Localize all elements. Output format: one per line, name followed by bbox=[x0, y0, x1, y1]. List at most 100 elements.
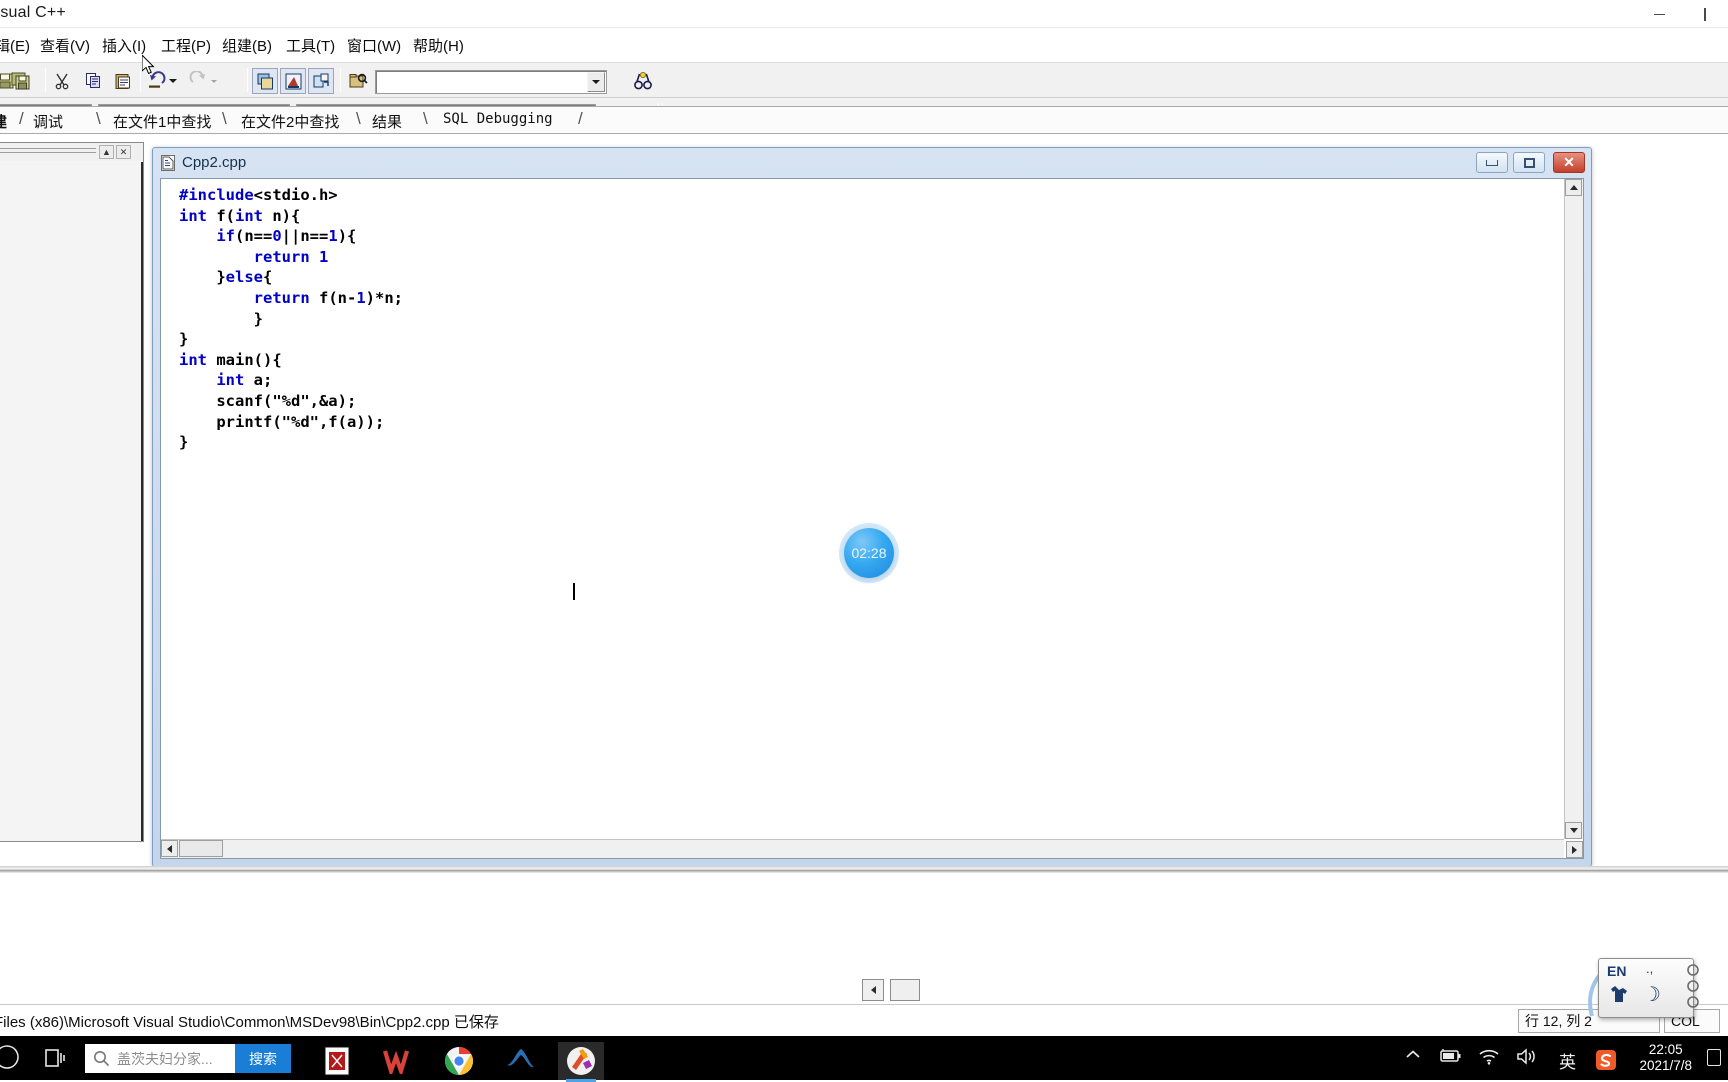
window-list-icon[interactable] bbox=[308, 68, 334, 94]
timer-value: 02:28 bbox=[851, 545, 887, 561]
ime-language-label[interactable]: EN bbox=[1607, 963, 1626, 979]
code-line: return 1 bbox=[253, 247, 329, 266]
tab-scroll-left-button[interactable] bbox=[862, 979, 884, 1001]
moon-icon[interactable]: ☽ bbox=[1643, 982, 1661, 1007]
app-icon-chrome[interactable] bbox=[436, 1042, 482, 1080]
output-window-icon[interactable] bbox=[280, 68, 306, 94]
tab-build[interactable]: 建 bbox=[0, 111, 7, 132]
wifi-icon[interactable] bbox=[1478, 1048, 1500, 1065]
notification-center-icon[interactable] bbox=[1707, 1049, 1721, 1066]
code-line: #include<stdio.h> bbox=[179, 186, 338, 204]
workspace-collapse-button[interactable]: ▲ bbox=[99, 145, 114, 159]
workspace-close-button[interactable]: ✕ bbox=[116, 145, 131, 159]
redo-dropdown-icon[interactable] bbox=[207, 68, 221, 94]
workspace-window-icon[interactable] bbox=[252, 68, 278, 94]
toolbar-separator bbox=[340, 68, 341, 92]
show-hidden-icons-button[interactable] bbox=[1404, 1048, 1422, 1062]
output-panel bbox=[0, 866, 1728, 982]
cpp-file-icon bbox=[161, 155, 175, 171]
task-view-button[interactable] bbox=[42, 1047, 66, 1069]
cut-icon[interactable] bbox=[49, 68, 75, 94]
screen: Visual C++ 辑(E) 查看(V) 插入(I) 工程(P) 组建(B) … bbox=[0, 0, 1728, 1082]
search-input[interactable]: 盖茨夫妇分家... bbox=[117, 1049, 213, 1069]
source-editor-window: Cpp2.cpp ✕ #include<stdio.h> int f(int n)… bbox=[152, 147, 1592, 867]
sogou-icon[interactable] bbox=[1594, 1048, 1618, 1072]
app-icon-visual-cpp[interactable] bbox=[558, 1042, 604, 1082]
start-button[interactable] bbox=[0, 1044, 24, 1072]
ime-english-icon[interactable]: 英 bbox=[1559, 1048, 1576, 1073]
panel-splitter[interactable] bbox=[0, 866, 1728, 873]
source-window-minimize-button[interactable] bbox=[1476, 152, 1508, 173]
window-restore-button[interactable] bbox=[1682, 0, 1728, 28]
editor-horizontal-scrollbar[interactable] bbox=[161, 839, 1564, 858]
windows-taskbar: 盖茨夫妇分家... 搜索 英 22:05 2021/7/8 bbox=[0, 1036, 1728, 1082]
toolbar-separator bbox=[45, 68, 46, 92]
search-icon bbox=[94, 1051, 110, 1067]
save-all-icon[interactable] bbox=[8, 68, 34, 94]
source-window-close-button[interactable]: ✕ bbox=[1553, 152, 1585, 173]
source-window-title: Cpp2.cpp bbox=[182, 154, 247, 171]
code-line: } bbox=[179, 433, 189, 452]
scroll-down-button[interactable] bbox=[1565, 822, 1582, 839]
taskbar-search-box[interactable]: 盖茨夫妇分家... 搜索 bbox=[85, 1044, 291, 1073]
source-window-maximize-button[interactable] bbox=[1513, 152, 1545, 173]
ime-language-bar[interactable]: EN ., ☽ bbox=[1598, 958, 1699, 1018]
code-line: scanf("%d",&a); bbox=[216, 391, 357, 410]
app-icon-matlab[interactable] bbox=[497, 1042, 543, 1080]
menu-item-edit[interactable]: 辑(E) bbox=[0, 33, 33, 58]
copy-icon[interactable] bbox=[81, 68, 107, 94]
taskbar-clock[interactable]: 22:05 2021/7/8 bbox=[1639, 1042, 1692, 1074]
find-combo-box[interactable] bbox=[375, 70, 607, 94]
scroll-left-button[interactable] bbox=[161, 840, 178, 857]
paste-icon[interactable] bbox=[110, 68, 136, 94]
output-tab-strip: 建 / 调试 \ 在文件1中查找 \ 在文件2中查找 \ 结果 \ SQL De… bbox=[0, 106, 1728, 134]
tab-debug[interactable]: 调试 bbox=[33, 111, 63, 132]
code-line: } bbox=[253, 309, 263, 328]
tab-scroll-right-button[interactable] bbox=[890, 979, 920, 1001]
app-icon-red-card[interactable] bbox=[314, 1042, 360, 1080]
code-line: int a; bbox=[216, 371, 273, 390]
battery-icon[interactable] bbox=[1438, 1048, 1462, 1064]
menu-item-window[interactable]: 窗口(W) bbox=[344, 33, 404, 58]
find-binoculars-icon[interactable] bbox=[630, 68, 656, 94]
restore-icon bbox=[1704, 7, 1706, 21]
toolbar-separator bbox=[247, 68, 248, 92]
clock-time: 22:05 bbox=[1648, 1042, 1683, 1057]
menu-item-tools[interactable]: 工具(T) bbox=[283, 33, 338, 58]
find-combo-dropdown-icon[interactable] bbox=[587, 72, 605, 92]
tab-find-in-files-1[interactable]: 在文件1中查找 bbox=[113, 111, 211, 132]
menu-item-help[interactable]: 帮助(H) bbox=[410, 33, 467, 58]
search-button[interactable]: 搜索 bbox=[235, 1044, 291, 1073]
editor-frame: #include<stdio.h> int f(int n){ if(n==0||… bbox=[160, 178, 1584, 859]
menu-item-project[interactable]: 工程(P) bbox=[158, 33, 214, 58]
tab-find-in-files-2[interactable]: 在文件2中查找 bbox=[241, 111, 339, 132]
workspace-pane: ▲ ✕ bbox=[0, 142, 144, 842]
tab-results[interactable]: 结果 bbox=[372, 111, 402, 132]
find-in-files-icon[interactable] bbox=[345, 68, 371, 94]
maximize-icon bbox=[1523, 157, 1535, 168]
volume-icon[interactable] bbox=[1516, 1048, 1538, 1065]
code-line: printf("%d",f(a)); bbox=[216, 412, 385, 431]
window-minimize-button[interactable] bbox=[1636, 0, 1682, 28]
workspace-tree[interactable] bbox=[0, 162, 143, 841]
code-line: } bbox=[179, 330, 189, 349]
editor-vertical-scrollbar[interactable] bbox=[1564, 179, 1583, 839]
source-window-titlebar[interactable]: Cpp2.cpp ✕ bbox=[153, 148, 1591, 178]
scroll-up-button[interactable] bbox=[1565, 179, 1582, 196]
shirt-icon[interactable] bbox=[1608, 984, 1630, 1008]
standard-toolbar bbox=[0, 62, 1728, 98]
tab-sql-debugging[interactable]: SQL Debugging bbox=[443, 111, 553, 127]
app-icon-wps[interactable] bbox=[375, 1042, 421, 1080]
code-line: int f(int n){ bbox=[179, 206, 301, 225]
scroll-right-button[interactable] bbox=[1566, 841, 1583, 858]
code-editor[interactable]: #include<stdio.h> int f(int n){ if(n==0||… bbox=[179, 185, 1559, 836]
hscroll-thumb[interactable] bbox=[179, 840, 223, 857]
floating-timer-bubble[interactable]: 02:28 bbox=[844, 528, 894, 578]
text-caret bbox=[573, 583, 575, 600]
ime-punctuation-icon[interactable]: ., bbox=[1646, 961, 1653, 976]
menu-item-view[interactable]: 查看(V) bbox=[37, 33, 93, 58]
menu-item-insert[interactable]: 插入(I) bbox=[99, 33, 149, 58]
minimize-icon bbox=[1653, 13, 1665, 15]
menu-item-build[interactable]: 组建(B) bbox=[219, 33, 275, 58]
undo-dropdown-icon[interactable] bbox=[166, 68, 180, 94]
